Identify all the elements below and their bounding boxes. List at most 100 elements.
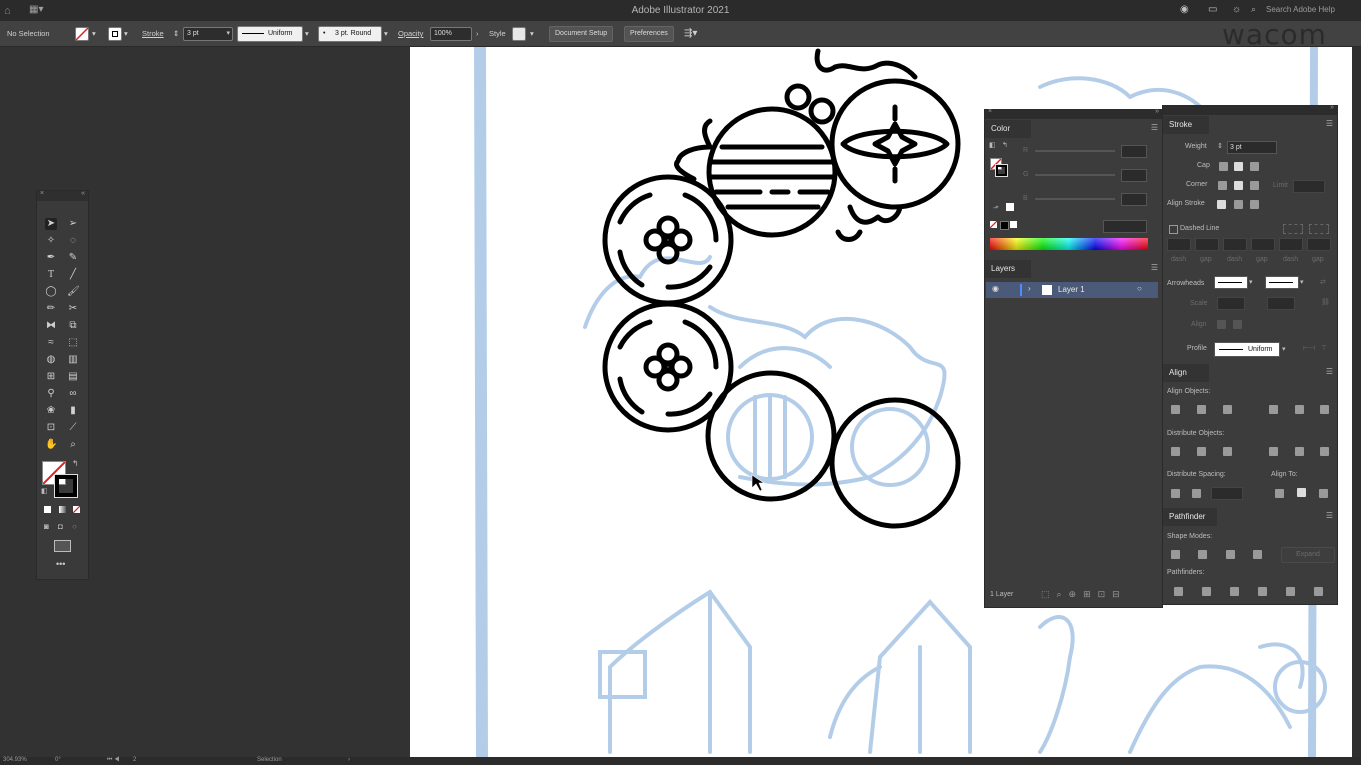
green-channel-slider[interactable] bbox=[1035, 174, 1115, 176]
stroke-weight-stepper-icon[interactable]: ⇕ bbox=[173, 21, 179, 46]
more-tools-icon[interactable]: ••• bbox=[56, 559, 65, 569]
layers-panel-tab[interactable]: Layers bbox=[985, 260, 1031, 278]
vertical-scrollbar[interactable] bbox=[1352, 47, 1361, 757]
end-arrowhead-select[interactable] bbox=[1265, 276, 1299, 289]
vertical-distribute-bottom-icon[interactable] bbox=[1223, 447, 1232, 456]
align-stroke-center-icon[interactable] bbox=[1217, 200, 1226, 209]
white-quick-swatch[interactable] bbox=[1010, 221, 1017, 228]
collapse-icon[interactable]: » bbox=[1330, 104, 1334, 111]
align-to-artboard-icon[interactable] bbox=[1319, 489, 1328, 498]
arrow-tip-beyond-icon[interactable] bbox=[1217, 320, 1226, 329]
chevron-down-icon[interactable]: ▾ bbox=[1300, 278, 1304, 286]
opacity-arrow-icon[interactable]: › bbox=[476, 21, 479, 46]
vertical-align-center-icon[interactable] bbox=[1295, 405, 1304, 414]
help-search-input[interactable]: Search Adobe Help bbox=[1266, 5, 1335, 14]
vertical-align-bottom-icon[interactable] bbox=[1320, 405, 1329, 414]
reflect-tool-icon[interactable]: ⧓ bbox=[45, 320, 57, 332]
minus-back-icon[interactable] bbox=[1314, 587, 1323, 596]
gap-field[interactable] bbox=[1307, 238, 1331, 251]
opacity-label[interactable]: Opacity bbox=[398, 21, 423, 46]
last-color-swatch[interactable] bbox=[1006, 203, 1014, 211]
default-colors-icon[interactable]: ◧ bbox=[41, 487, 48, 495]
merge-icon[interactable] bbox=[1230, 587, 1239, 596]
arrange-documents-icon[interactable]: ▭ bbox=[1208, 4, 1217, 15]
link-scale-icon[interactable]: ⛓ bbox=[1321, 298, 1330, 306]
start-scale-field[interactable] bbox=[1217, 297, 1245, 310]
dash-field[interactable] bbox=[1167, 238, 1191, 251]
gap-field[interactable] bbox=[1251, 238, 1275, 251]
draw-behind-icon[interactable]: ◘ bbox=[58, 522, 63, 531]
color-mode-button[interactable] bbox=[44, 506, 51, 513]
dash-field[interactable] bbox=[1279, 238, 1303, 251]
blue-channel-slider[interactable] bbox=[1035, 198, 1115, 200]
black-quick-swatch[interactable] bbox=[1000, 221, 1009, 230]
brush-definition[interactable]: • 3 pt. Round bbox=[318, 26, 382, 42]
horizontal-distribute-left-icon[interactable] bbox=[1269, 447, 1278, 456]
perspective-grid-tool-icon[interactable]: ▥ bbox=[67, 354, 79, 366]
none-mode-button[interactable] bbox=[72, 505, 81, 514]
preferences-button[interactable]: Preferences bbox=[624, 26, 674, 42]
align-panel-tab[interactable]: Align bbox=[1163, 364, 1209, 382]
collapse-icon[interactable]: « bbox=[81, 190, 85, 197]
layer-name[interactable]: Layer 1 bbox=[1058, 282, 1085, 298]
line-tool-icon[interactable]: ╱ bbox=[67, 269, 79, 281]
paintbrush-tool-icon[interactable]: 🖌 bbox=[67, 286, 80, 298]
color-stroke-swatch[interactable] bbox=[995, 164, 1008, 177]
bevel-join-icon[interactable] bbox=[1250, 181, 1259, 190]
fill-swatch[interactable] bbox=[75, 27, 89, 41]
zoom-tool-icon[interactable]: ⌕ bbox=[67, 439, 79, 451]
flip-across-icon[interactable]: ⊤ bbox=[1321, 344, 1327, 352]
curvature-tool-icon[interactable]: ✎ bbox=[67, 252, 79, 264]
green-channel-value[interactable] bbox=[1121, 169, 1147, 182]
crop-icon[interactable] bbox=[1258, 587, 1267, 596]
panel-menu-icon[interactable]: ☰ bbox=[1326, 119, 1333, 128]
variable-width-profile[interactable]: Uniform bbox=[237, 26, 303, 42]
stroke-color-swatch[interactable] bbox=[54, 474, 78, 498]
swap-arrowheads-icon[interactable]: ⇄ bbox=[1320, 278, 1326, 286]
column-graph-tool-icon[interactable]: ▮ bbox=[67, 405, 79, 417]
horizontal-align-left-icon[interactable] bbox=[1171, 405, 1180, 414]
type-tool-icon[interactable]: T bbox=[45, 269, 57, 281]
start-arrowhead-select[interactable] bbox=[1214, 276, 1248, 289]
round-join-icon[interactable] bbox=[1234, 181, 1243, 190]
close-icon[interactable]: × bbox=[988, 108, 992, 115]
panel-menu-icon[interactable]: ☰ bbox=[1151, 263, 1158, 272]
vertical-distribute-center-icon[interactable] bbox=[1197, 447, 1206, 456]
projecting-cap-icon[interactable] bbox=[1250, 162, 1259, 171]
artboard-navigation-icon[interactable]: ⏮ ◀ bbox=[107, 757, 119, 764]
arrow-tip-at-end-icon[interactable] bbox=[1233, 320, 1242, 329]
stroke-weight-field[interactable]: 3 pt ▾ bbox=[183, 27, 233, 41]
red-channel-value[interactable] bbox=[1121, 145, 1147, 158]
default-fill-stroke-icon[interactable]: ◧ bbox=[989, 141, 996, 149]
miter-join-icon[interactable] bbox=[1218, 181, 1227, 190]
selection-tool-icon[interactable]: ➤ bbox=[45, 218, 57, 230]
artboard-number[interactable]: 2 bbox=[133, 757, 136, 763]
zoom-level[interactable]: 304.93% bbox=[3, 757, 27, 763]
weight-stepper-icon[interactable]: ⇕ bbox=[1217, 142, 1223, 150]
user-icon[interactable]: ◉ bbox=[1180, 4, 1189, 15]
stroke-swatch[interactable] bbox=[108, 27, 122, 41]
layer-row[interactable]: ◉ › Layer 1 ○ bbox=[986, 282, 1158, 298]
brush-dropdown-icon[interactable]: ▾ bbox=[384, 21, 388, 46]
hand-tool-icon[interactable]: ✋ bbox=[45, 439, 57, 451]
layers-footer-icons[interactable]: ⬚⌕⊕⊞⊡⊟ bbox=[1041, 589, 1127, 600]
profile-dropdown-icon[interactable]: ▾ bbox=[305, 21, 309, 46]
end-scale-field[interactable] bbox=[1267, 297, 1295, 310]
panel-group-header[interactable]: » bbox=[1163, 104, 1337, 115]
blue-channel-value[interactable] bbox=[1121, 193, 1147, 206]
shape-builder-tool-icon[interactable]: ◍ bbox=[45, 354, 57, 366]
unite-icon[interactable] bbox=[1171, 550, 1180, 559]
draw-inside-icon[interactable]: ○ bbox=[72, 522, 77, 531]
gradient-tool-icon[interactable]: ▤ bbox=[67, 371, 79, 383]
preserve-dash-icon[interactable] bbox=[1283, 224, 1303, 234]
opacity-field[interactable]: 100% bbox=[430, 27, 472, 41]
swap-fill-stroke-icon[interactable]: ↰ bbox=[1002, 141, 1008, 149]
horizontal-distribute-space-icon[interactable] bbox=[1192, 489, 1201, 498]
arrange-icon[interactable]: ⇶▾ bbox=[684, 21, 697, 46]
color-panel-tab[interactable]: Color bbox=[985, 120, 1031, 138]
vertical-distribute-space-icon[interactable] bbox=[1171, 489, 1180, 498]
vertical-align-top-icon[interactable] bbox=[1269, 405, 1278, 414]
panel-group-header[interactable]: × » bbox=[985, 108, 1162, 119]
butt-cap-icon[interactable] bbox=[1219, 162, 1228, 171]
chevron-down-icon[interactable]: ▾ bbox=[1249, 278, 1253, 286]
